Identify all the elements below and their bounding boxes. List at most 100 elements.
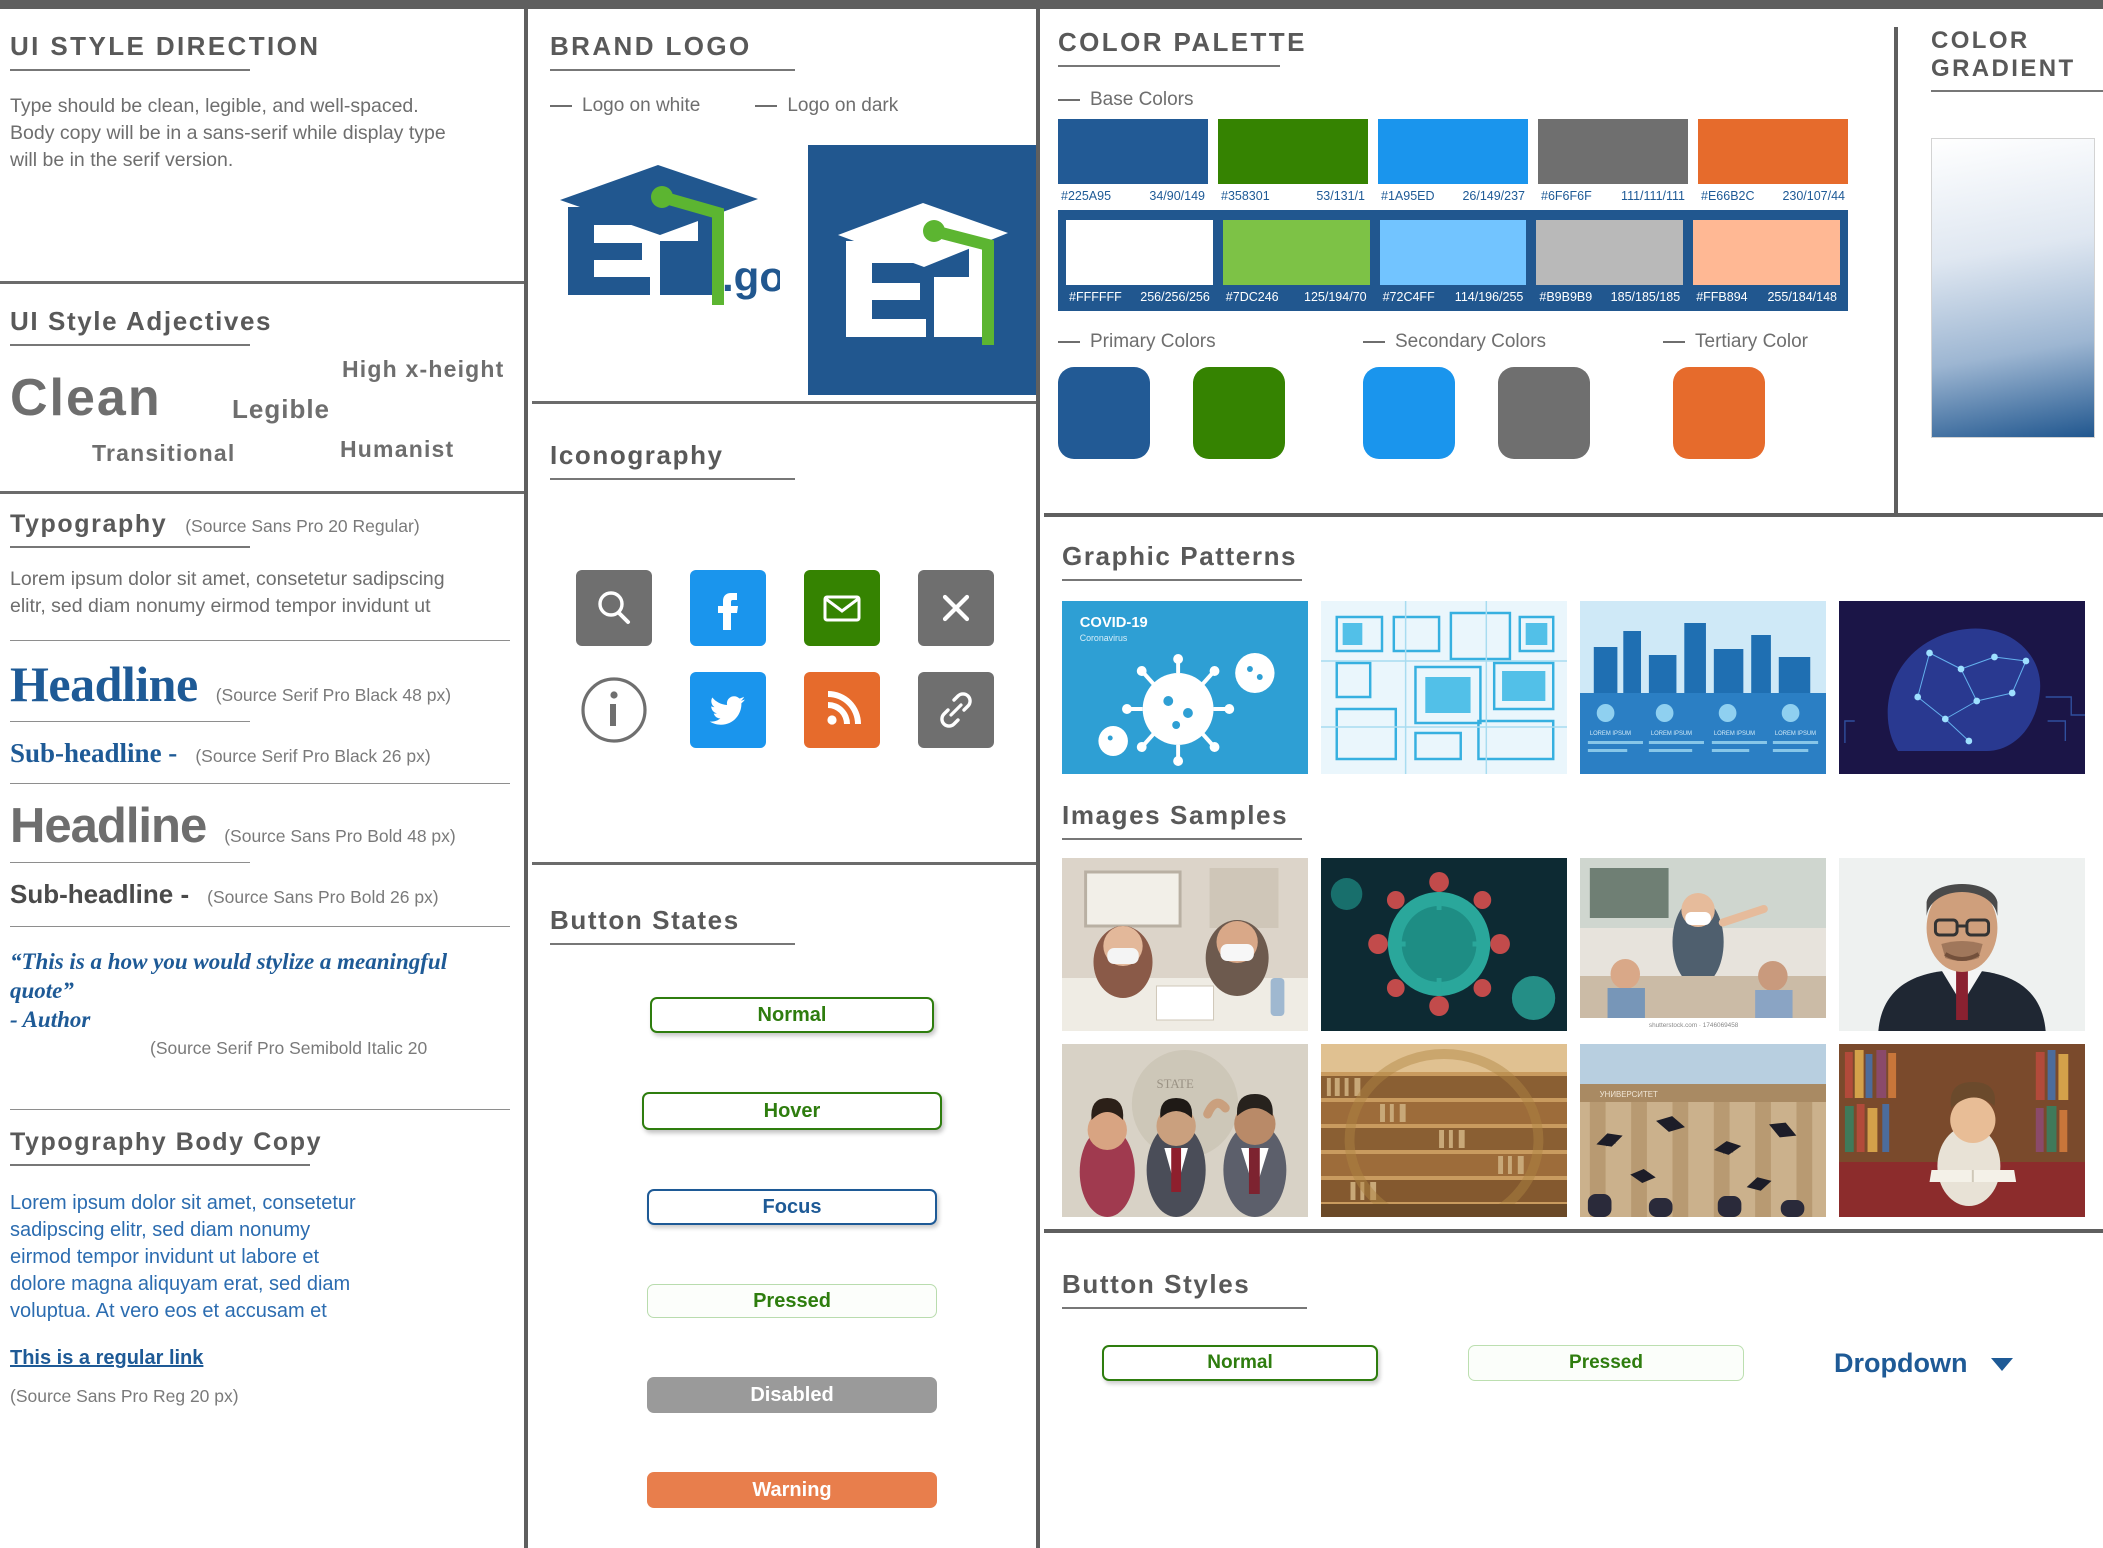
title-underline xyxy=(1062,838,1302,840)
abstract-tech-squares-pattern[interactable] xyxy=(1321,601,1567,774)
style-guide-page: UI STYLE DIRECTION Type should be clean,… xyxy=(0,0,2103,1548)
twitter-icon[interactable] xyxy=(690,672,766,748)
type-divider xyxy=(10,640,510,641)
body-copy-text: Lorem ipsum dolor sit amet, consetetur s… xyxy=(10,1192,356,1322)
swatch-rgb: 255/184/148 xyxy=(1767,290,1837,304)
swatch-base-5: #E66B2C 230/107/44 xyxy=(1698,119,1848,206)
swatch-hex: #225A95 xyxy=(1061,189,1112,203)
dash-marker-icon xyxy=(1363,341,1385,343)
legend-tertiary-color: Tertiary Color xyxy=(1663,331,1808,353)
legend-secondary-colors: Secondary Colors xyxy=(1363,331,1663,353)
legend-label: Secondary Colors xyxy=(1395,331,1547,352)
button-style-normal[interactable]: Normal xyxy=(1102,1345,1378,1381)
ui-style-adjectives-section: UI Style Adjectives Clean Legible High x… xyxy=(0,284,524,491)
digital-brain-network-pattern[interactable] xyxy=(1839,601,2085,774)
style-direction-body: Type should be clean, legible, and well-… xyxy=(10,95,446,171)
section-title-images-samples: Images Samples xyxy=(1062,800,1289,830)
color-gradient-section: COLOR GRADIENT xyxy=(1917,9,2103,438)
top-border xyxy=(0,0,2103,9)
type-divider xyxy=(10,783,510,784)
dash-marker-icon xyxy=(1058,341,1080,343)
section-title-ui-style-direction: UI STYLE DIRECTION xyxy=(10,31,321,61)
button-state-normal[interactable]: Normal xyxy=(650,997,934,1033)
adjective-transitional: Transitional xyxy=(92,440,236,466)
adjective-legible: Legible xyxy=(232,394,331,424)
headline-sans-spec: (Source Sans Pro Bold 48 px) xyxy=(224,826,456,846)
legend-base-colors: Base Colors xyxy=(1058,89,1878,111)
headline-sans-sample: Headline xyxy=(10,799,207,853)
logo-gov-text: .gov xyxy=(722,253,780,300)
adjective-humanist: Humanist xyxy=(340,436,455,462)
button-style-pressed[interactable]: Pressed xyxy=(1468,1345,1744,1381)
subheadline-sans-spec: (Source Sans Pro Bold 26 px) xyxy=(207,887,439,907)
swatch-tint-3: #72C4FF 114/196/255 xyxy=(1379,220,1527,307)
button-state-disabled: Disabled xyxy=(647,1377,937,1413)
image-samples-grid-row1: shutterstock.com · 1746069458 xyxy=(1062,858,2085,1031)
search-icon[interactable] xyxy=(576,570,652,646)
button-states-section: Button States Normal Hover Focus Pressed… xyxy=(532,865,1036,1508)
type-divider xyxy=(10,721,250,722)
swatch-color xyxy=(1693,220,1840,285)
regular-link[interactable]: This is a regular link xyxy=(10,1347,203,1370)
pattern-subcaption: Coronavirus xyxy=(1080,633,1128,643)
swatch-base-4: #6F6F6F 111/111/111 xyxy=(1538,119,1688,206)
right-column: COLOR PALETTE Base Colors #225A95 34/90/1… xyxy=(1044,9,2103,1548)
pattern-caption: LOREM IPSUM xyxy=(1590,731,1631,737)
button-state-pressed[interactable]: Pressed xyxy=(647,1284,937,1318)
tint-colors-row: #FFFFFF 256/256/256 #7DC246 125/194/70 #72… xyxy=(1058,210,1848,311)
smart-city-infographic-pattern[interactable]: LOREM IPSUM LOREM IPSUM LOREM IPSUM LORE… xyxy=(1580,601,1826,774)
facebook-icon[interactable] xyxy=(690,570,766,646)
round-swatch-secondary-blue xyxy=(1363,367,1455,459)
rss-icon[interactable] xyxy=(804,672,880,748)
portrait-headshot-photo[interactable] xyxy=(1839,858,2085,1031)
covid-19-virus-pattern[interactable]: COVID-19 Coronavirus xyxy=(1062,601,1308,774)
button-styles-row: Normal Pressed Dropdown xyxy=(1062,1345,2085,1381)
swatch-tint-1: #FFFFFF 256/256/256 xyxy=(1066,220,1213,307)
swatch-rgb: 256/256/256 xyxy=(1140,290,1210,304)
dropdown-control[interactable]: Dropdown xyxy=(1834,1348,2015,1379)
email-icon[interactable] xyxy=(804,570,880,646)
legend-label: Logo on dark xyxy=(787,95,899,116)
library-bookshelves-photo[interactable] xyxy=(1321,1044,1567,1217)
middle-column: BRAND LOGO Logo on white Logo on dark .g… xyxy=(532,9,1040,1548)
round-swatch-primary-green xyxy=(1193,367,1285,459)
legend-label: Primary Colors xyxy=(1090,331,1216,352)
gradient-swatch xyxy=(1931,138,2095,438)
graduation-caps-photo[interactable]: УНИВЕРСИТЕТ xyxy=(1580,1044,1826,1217)
child-reading-photo[interactable] xyxy=(1839,1044,2085,1217)
section-title-color-gradient: COLOR GRADIENT xyxy=(1931,27,2076,82)
title-underline xyxy=(10,344,250,346)
left-column: UI STYLE DIRECTION Type should be clean,… xyxy=(0,9,528,1548)
section-title-graphic-patterns: Graphic Patterns xyxy=(1062,541,1298,571)
round-swatch-secondary-gray xyxy=(1498,367,1590,459)
masked-classroom-photo[interactable]: shutterstock.com · 1746069458 xyxy=(1580,858,1826,1031)
section-title-button-states: Button States xyxy=(550,905,740,935)
swatch-color xyxy=(1218,119,1368,184)
title-underline xyxy=(1062,1307,1307,1309)
swatch-rgb: 34/90/149 xyxy=(1149,189,1205,203)
masked-meeting-photo[interactable] xyxy=(1062,858,1308,1031)
swatch-hex: #6F6F6F xyxy=(1541,189,1592,203)
swatch-hex: #1A95ED xyxy=(1381,189,1435,203)
legend-label: Base Colors xyxy=(1090,89,1194,110)
round-swatch-tertiary-orange xyxy=(1673,367,1765,459)
section-title-typography: Typography xyxy=(10,510,168,538)
button-state-hover[interactable]: Hover xyxy=(642,1092,942,1130)
close-icon[interactable] xyxy=(918,570,994,646)
virus-microscopy-photo[interactable] xyxy=(1321,858,1567,1031)
swatch-color xyxy=(1379,220,1527,285)
link-icon[interactable] xyxy=(918,672,994,748)
title-underline xyxy=(1931,90,2103,92)
svg-text:LOREM IPSUM: LOREM IPSUM xyxy=(1651,731,1692,737)
swatch-rgb: 125/194/70 xyxy=(1304,290,1367,304)
oath-ceremony-photo[interactable]: STATE xyxy=(1062,1044,1308,1217)
info-icon[interactable] xyxy=(576,672,652,748)
button-state-warning[interactable]: Warning xyxy=(647,1472,937,1508)
swatch-base-1: #225A95 34/90/149 xyxy=(1058,119,1208,206)
headline-serif-spec: (Source Serif Pro Black 48 px) xyxy=(215,685,452,705)
swatch-rgb: 185/185/185 xyxy=(1610,290,1681,304)
iconography-section: Iconography xyxy=(532,404,1036,862)
button-state-focus[interactable]: Focus xyxy=(647,1189,937,1225)
swatch-tint-2: #7DC246 125/194/70 xyxy=(1222,220,1370,307)
headline-serif-sample: Headline xyxy=(10,656,198,712)
